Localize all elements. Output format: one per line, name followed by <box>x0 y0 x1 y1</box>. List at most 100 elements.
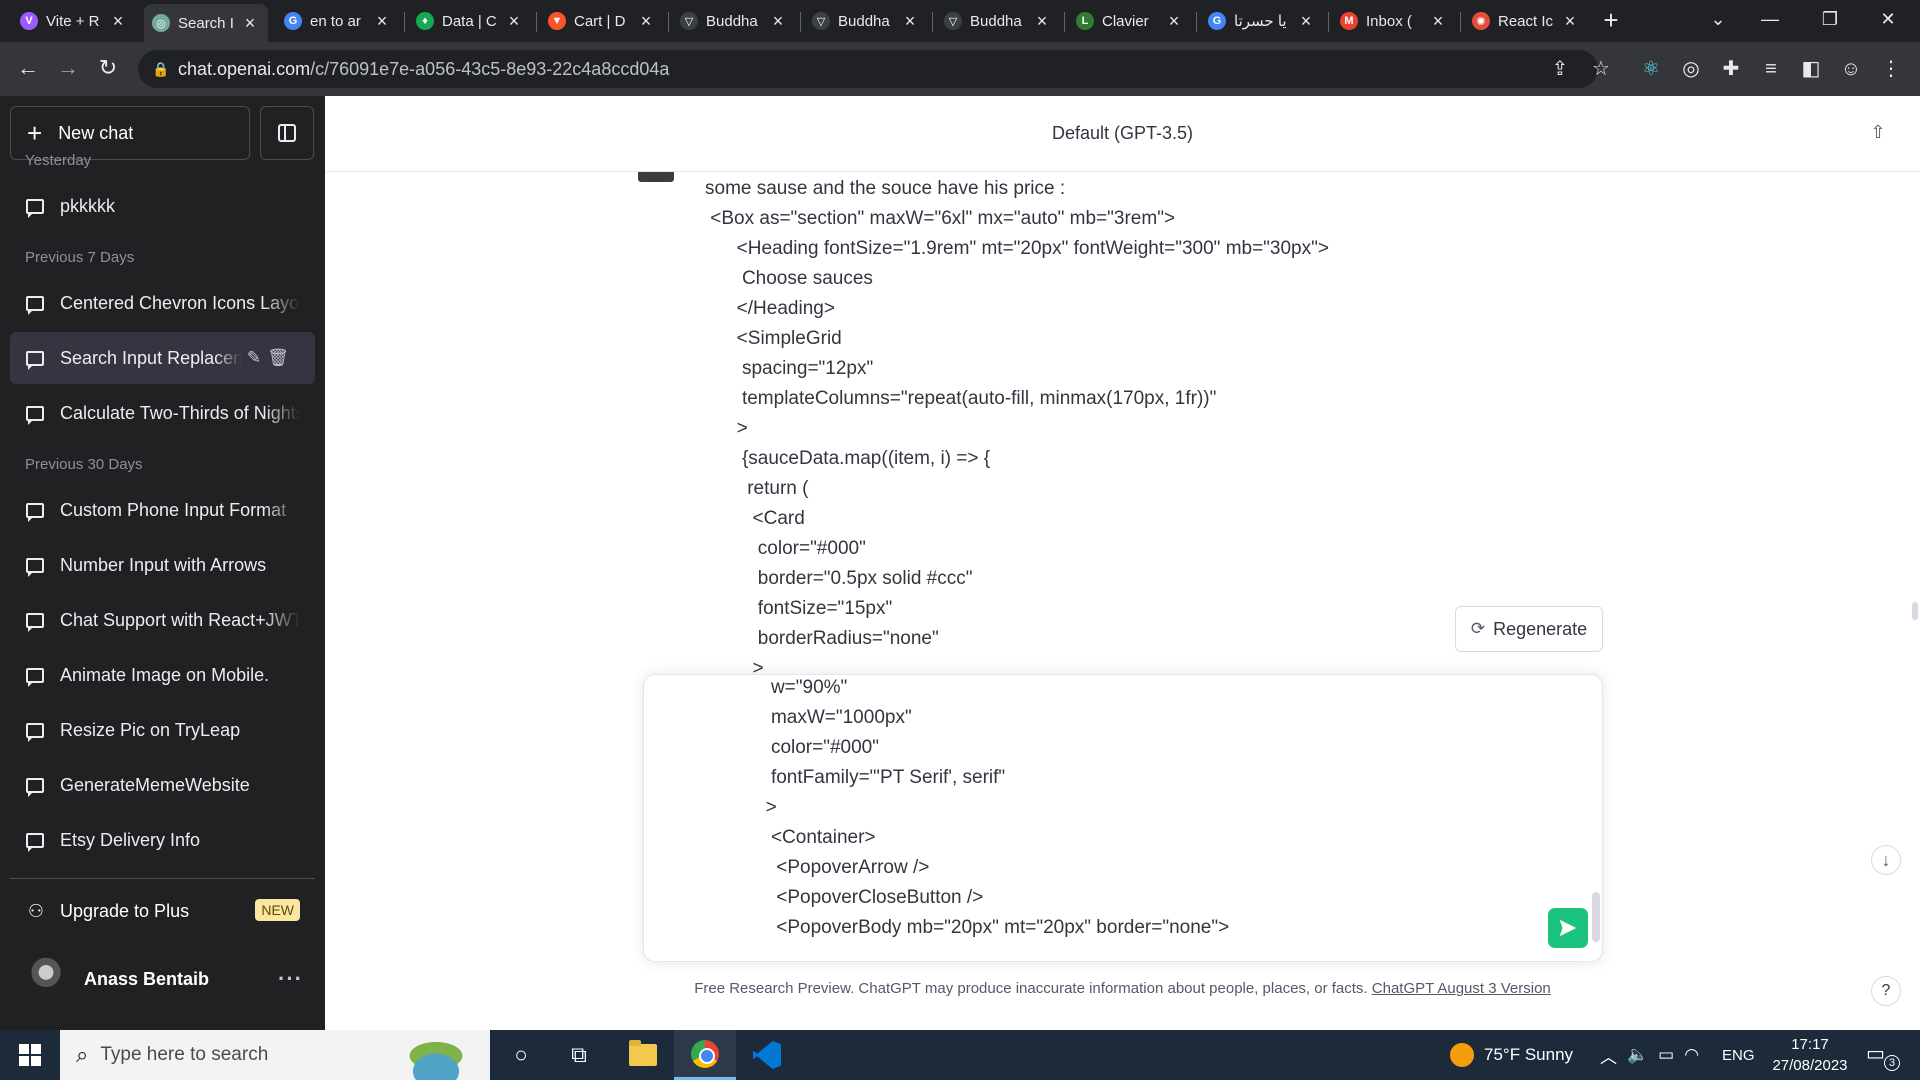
vscode-icon[interactable] <box>736 1030 798 1080</box>
version-link[interactable]: ChatGPT August 3 Version <box>1372 980 1551 997</box>
page-scrollbar[interactable] <box>1912 602 1918 620</box>
extensions-puzzle-icon[interactable]: ✚ <box>1716 54 1746 84</box>
browser-tab[interactable]: Gen to ar × <box>276 6 400 36</box>
browser-tab[interactable]: ▽ Buddha × <box>672 6 796 36</box>
chat-bubble-icon <box>26 722 44 742</box>
upgrade-to-plus-button[interactable]: ⚇ Upgrade to Plus NEW <box>10 886 315 936</box>
close-tab-icon[interactable]: × <box>372 11 392 32</box>
sidebar-chat-item[interactable]: Etsy Delivery Info <box>10 814 315 866</box>
sidebar-chat-item[interactable]: Chat Support with React+JWT <box>10 594 315 646</box>
close-tab-icon[interactable]: × <box>1560 11 1580 32</box>
start-button[interactable] <box>0 1030 60 1080</box>
task-view-icon[interactable]: ⧉ <box>548 1030 610 1080</box>
close-tab-icon[interactable]: × <box>108 11 128 32</box>
system-tray-icons[interactable]: ︿ 🔈 ▭ ◠ <box>1600 1030 1709 1080</box>
google-icon: G <box>284 12 302 30</box>
taskbar-search[interactable]: ⌕ Type here to search <box>60 1030 490 1080</box>
notification-center-icon[interactable]: ▭ 3 <box>1866 1041 1900 1071</box>
close-tab-icon[interactable]: × <box>240 13 260 34</box>
back-arrow-icon[interactable]: ← <box>12 53 44 85</box>
reload-icon[interactable]: ↻ <box>92 53 124 85</box>
trash-icon[interactable]: 🗑 <box>266 348 290 368</box>
side-panel-icon[interactable]: ◧ <box>1796 54 1826 84</box>
history-group-title: Yesterday <box>25 152 92 169</box>
regenerate-button[interactable]: ⟳ Regenerate <box>1455 606 1603 652</box>
browser-tab[interactable]: ✺ React Ic × <box>1464 6 1588 36</box>
file-explorer-icon[interactable] <box>612 1030 674 1080</box>
extension-target-icon[interactable]: ◎ <box>1676 54 1706 84</box>
close-tab-icon[interactable]: × <box>1032 11 1052 32</box>
sidebar-chat-item[interactable]: Centered Chevron Icons Layou <box>10 277 315 329</box>
sidebar-chat-item[interactable]: pkkkkk <box>10 180 315 232</box>
sidebar-chat-item[interactable]: Number Input with Arrows <box>10 539 315 591</box>
close-window-icon[interactable]: ✕ <box>1858 0 1918 40</box>
close-tab-icon[interactable]: × <box>1296 11 1316 32</box>
scroll-down-icon[interactable]: ↓ <box>1871 845 1901 875</box>
browser-menu-icon[interactable]: ⋮ <box>1876 54 1906 84</box>
browser-tab[interactable]: ▽ Buddha × <box>804 6 928 36</box>
close-tab-icon[interactable]: × <box>900 11 920 32</box>
address-bar[interactable]: 🔒 chat.openai.com/c/76091e7e-a056-43c5-8… <box>138 50 1598 88</box>
close-tab-icon[interactable]: × <box>504 11 524 32</box>
input-line: maxW="1000px" <box>734 707 912 728</box>
buddha-icon: ▽ <box>680 12 698 30</box>
message-line: borderRadius="none" <box>705 628 939 649</box>
sidebar-chat-item[interactable]: Animate Image on Mobile. <box>10 649 315 701</box>
minimize-icon[interactable]: — <box>1740 0 1800 40</box>
sidebar-chat-item[interactable]: Search Input Replacem ✎ 🗑 <box>10 332 315 384</box>
react-devtools-icon[interactable]: ⚛ <box>1636 54 1666 84</box>
browser-tab[interactable]: ♦ Data | C × <box>408 6 532 36</box>
browser-tab[interactable]: ▼ Cart | D × <box>540 6 664 36</box>
sidebar-chat-item[interactable]: Custom Phone Input Format <box>10 484 315 536</box>
close-sidebar-button[interactable] <box>260 106 314 160</box>
tab-search-chevron-icon[interactable]: ⌄ <box>1688 0 1748 40</box>
cortana-icon[interactable]: ○ <box>490 1030 552 1080</box>
weather-widget[interactable]: 75°F Sunny <box>1450 1030 1573 1080</box>
message-input[interactable]: w="90%" maxW="1000px" color="#000" fontF… <box>643 674 1603 962</box>
close-tab-icon[interactable]: × <box>1164 11 1184 32</box>
tray-chevron-icon[interactable]: ︿ <box>1600 1043 1627 1068</box>
close-tab-icon[interactable]: × <box>768 11 788 32</box>
browser-tab[interactable]: G يا حسرتا × <box>1200 6 1324 36</box>
bookmark-star-icon[interactable]: ☆ <box>1586 54 1616 84</box>
profile-avatar-icon[interactable]: ☺ <box>1836 54 1866 84</box>
taskbar-search-placeholder: Type here to search <box>100 1044 269 1065</box>
user-name: Anass Bentaib <box>84 968 210 989</box>
brave-icon: ▼ <box>548 12 566 30</box>
media-queue-icon[interactable]: ≡ <box>1756 54 1786 84</box>
battery-icon[interactable]: ▭ <box>1658 1045 1684 1065</box>
input-line: fontFamily="'PT Serif', serif" <box>734 767 1006 788</box>
edit-icon[interactable]: ✎ <box>242 348 266 368</box>
wifi-icon[interactable]: ◠ <box>1684 1045 1709 1065</box>
account-menu[interactable]: Anass Bentaib ··· <box>10 946 315 1012</box>
input-scrollbar[interactable] <box>1592 892 1600 942</box>
browser-tab[interactable]: V Vite + R × <box>12 6 136 36</box>
share-icon[interactable]: ⇧ <box>1866 122 1890 146</box>
send-button[interactable] <box>1548 908 1588 948</box>
forward-arrow-icon[interactable]: → <box>52 53 84 85</box>
sidebar-chat-item[interactable]: Resize Pic on TryLeap <box>10 704 315 756</box>
message-line: <Card <box>705 508 805 529</box>
browser-tab[interactable]: L Clavier × <box>1068 6 1192 36</box>
close-tab-icon[interactable]: × <box>636 11 656 32</box>
new-tab-icon[interactable]: + <box>1598 6 1624 36</box>
message-line: border="0.5px solid #ccc" <box>705 568 973 589</box>
restore-icon[interactable]: ❐ <box>1800 0 1860 40</box>
browser-tab[interactable]: ▽ Buddha × <box>936 6 1060 36</box>
chrome-icon[interactable] <box>674 1030 736 1080</box>
close-tab-icon[interactable]: × <box>1428 11 1448 32</box>
browser-tab[interactable]: M Inbox (× <box>1332 6 1456 36</box>
volume-icon[interactable]: 🔈 <box>1627 1045 1658 1065</box>
share-page-icon[interactable]: ⇪ <box>1545 54 1575 84</box>
browser-tab[interactable]: ◎ Search I × <box>144 4 268 42</box>
help-button[interactable]: ? <box>1871 976 1901 1006</box>
language-indicator[interactable]: ENG <box>1722 1030 1755 1080</box>
sidebar-chat-item[interactable]: GenerateMemeWebsite <box>10 759 315 811</box>
tab-separator <box>404 12 405 32</box>
chatgpt-icon: ◎ <box>152 14 170 32</box>
model-label[interactable]: Default (GPT-3.5) <box>1052 123 1193 144</box>
more-options-icon[interactable]: ··· <box>278 966 303 992</box>
sidebar-chat-item[interactable]: Calculate Two-Thirds of Nights <box>10 387 315 439</box>
chat-item-label: pkkkkk <box>60 195 116 216</box>
clock[interactable]: 17:17 27/08/2023 <box>1760 1034 1860 1076</box>
